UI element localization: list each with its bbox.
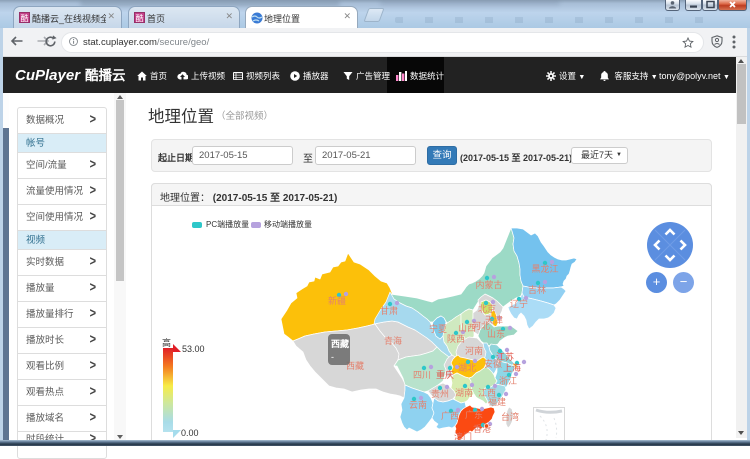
svg-text:青海: 青海: [384, 335, 402, 346]
svg-text:福建: 福建: [488, 396, 506, 407]
svg-text:湖北: 湖北: [458, 363, 476, 373]
svg-text:天津: 天津: [485, 315, 503, 325]
svg-text:贵州: 贵州: [431, 388, 449, 399]
svg-text:山东: 山东: [487, 328, 505, 339]
svg-text:云南: 云南: [409, 399, 427, 410]
svg-text:黑龙江: 黑龙江: [531, 263, 558, 274]
svg-text:重庆: 重庆: [436, 369, 454, 380]
svg-text:新疆: 新疆: [328, 295, 346, 306]
svg-text:河南: 河南: [465, 345, 483, 356]
svg-text:陕西: 陕西: [447, 333, 465, 344]
svg-text:广西: 广西: [441, 410, 459, 421]
svg-text:辽宁: 辽宁: [510, 298, 528, 309]
svg-text:内蒙古: 内蒙古: [475, 279, 502, 290]
svg-text:宁夏: 宁夏: [429, 323, 447, 334]
svg-text:广东: 广东: [465, 409, 483, 420]
svg-text:上海: 上海: [503, 362, 521, 373]
svg-text:北京: 北京: [478, 303, 496, 314]
svg-text:吉林: 吉林: [528, 284, 546, 295]
svg-text:浙江: 浙江: [499, 375, 517, 386]
svg-text:湖南: 湖南: [455, 387, 473, 398]
svg-text:甘肃: 甘肃: [380, 305, 398, 316]
svg-text:四川: 四川: [413, 370, 431, 380]
svg-text:安徽: 安徽: [484, 358, 502, 369]
svg-text:台湾: 台湾: [501, 411, 519, 422]
